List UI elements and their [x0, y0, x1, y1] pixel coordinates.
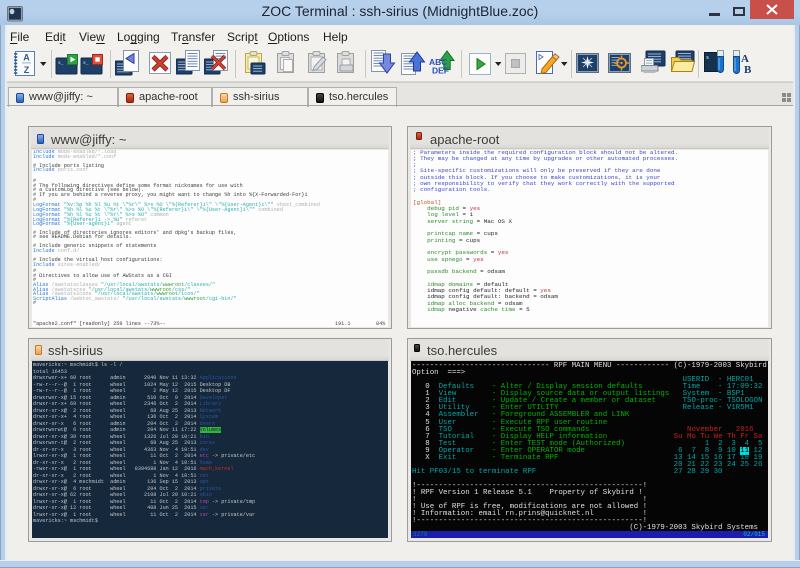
svg-text:s: s — [706, 55, 709, 61]
svg-text:s_: s_ — [83, 61, 89, 66]
svg-text:A: A — [23, 53, 30, 63]
svg-text:Z: Z — [24, 65, 30, 75]
svg-text:B: B — [744, 64, 752, 76]
svg-text:s_: s_ — [58, 61, 64, 66]
svg-text:DEF: DEF — [432, 66, 449, 76]
